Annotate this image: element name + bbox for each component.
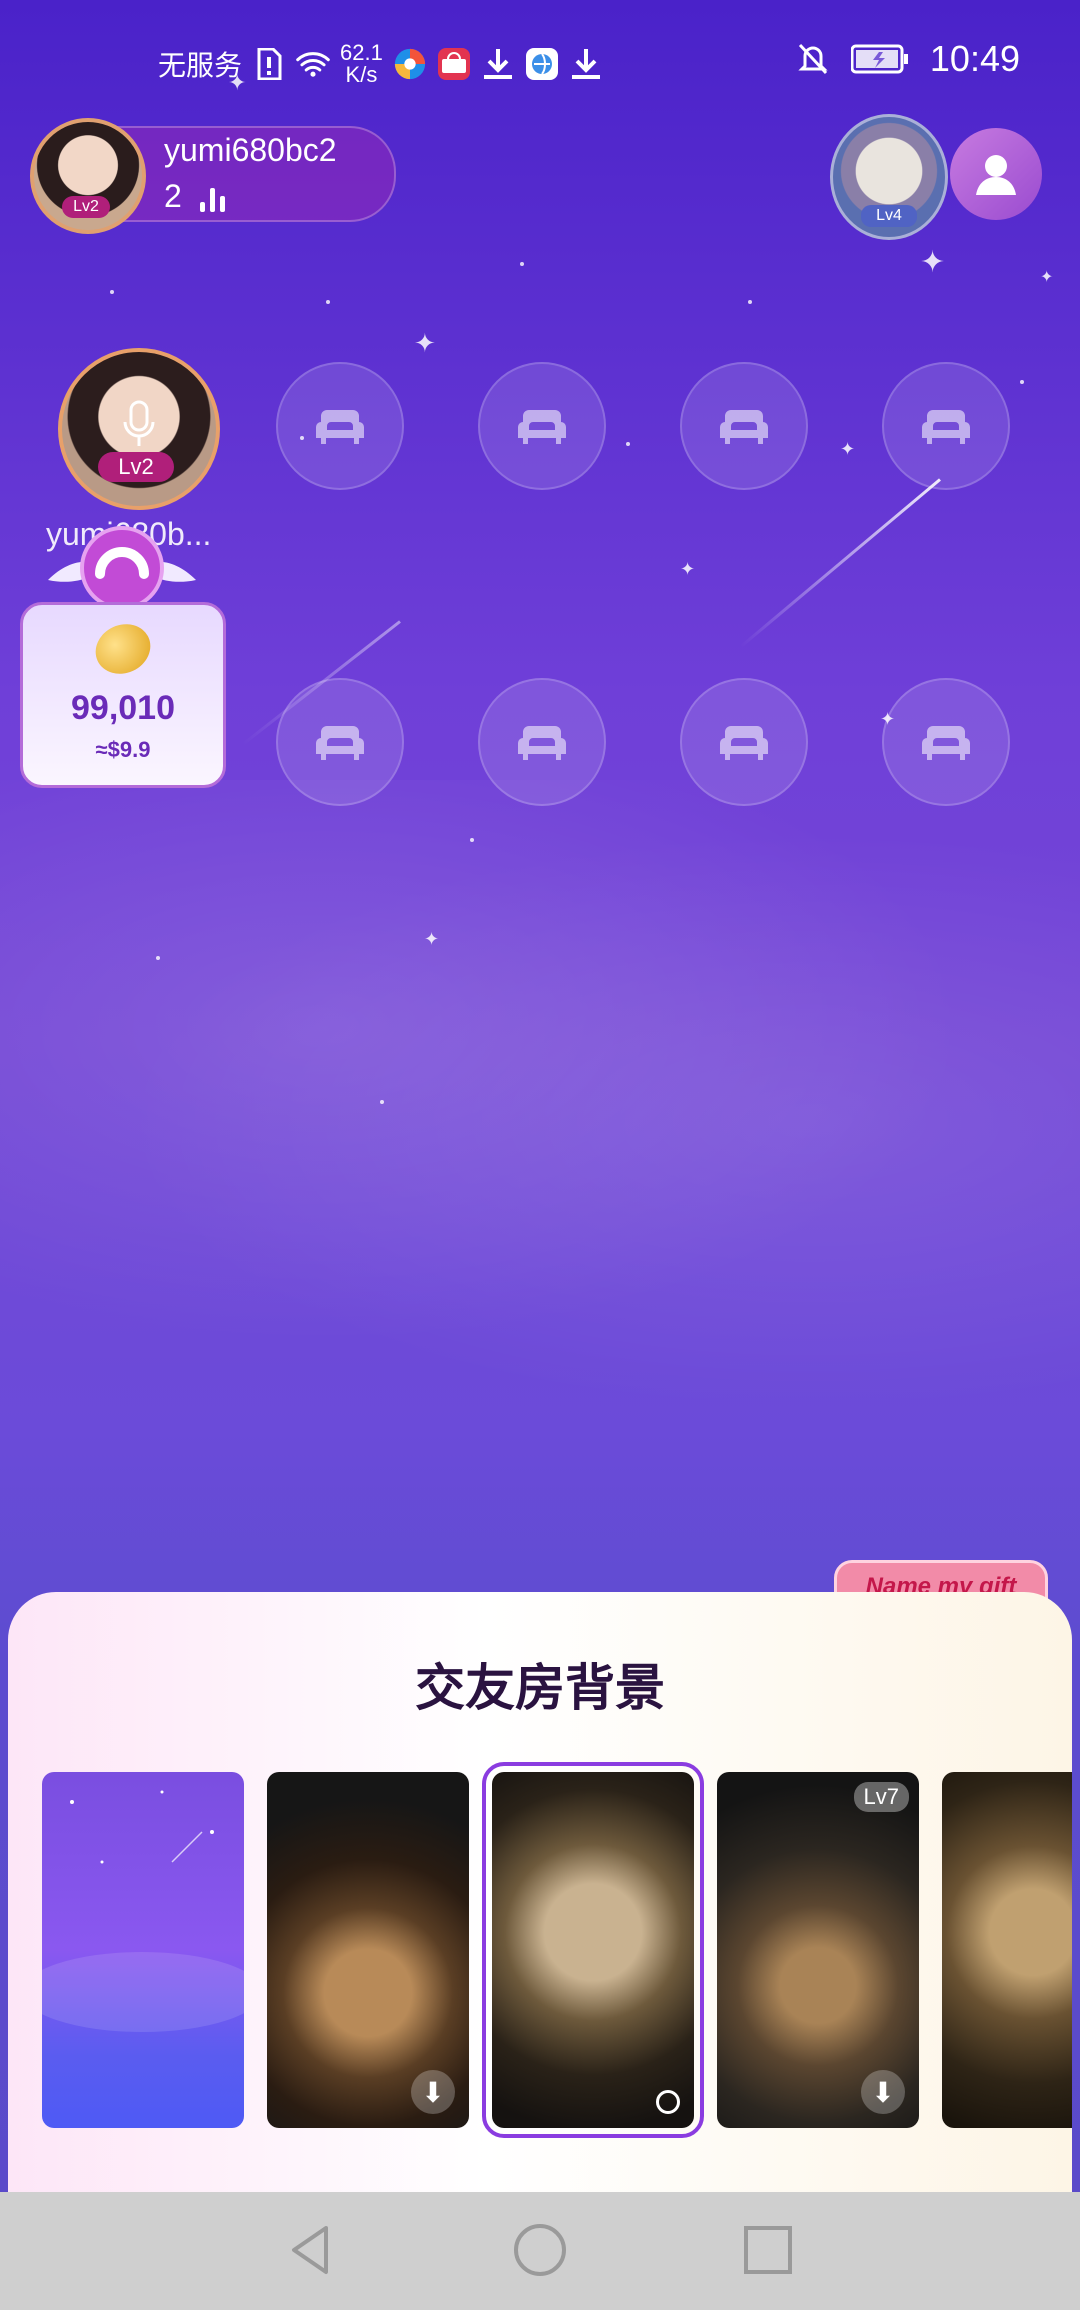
sofa-icon	[316, 726, 364, 760]
net-speed: 62.1 K/s	[340, 42, 383, 86]
star-decoration: ✦	[424, 929, 440, 949]
star-decoration: ✦	[680, 559, 696, 579]
gift-usd-value: ≈$9.9	[95, 737, 151, 762]
background-option-lion[interactable]: ⬇	[267, 1772, 469, 2128]
huawei-store-icon	[437, 47, 471, 81]
system-nav-bar	[0, 2192, 1080, 2310]
profile-button[interactable]	[950, 128, 1042, 220]
download-icon	[569, 47, 603, 81]
clock: 10:49	[929, 38, 1020, 79]
sofa-icon	[518, 410, 566, 444]
net-speed-value: 62.1	[340, 40, 383, 65]
empty-seat[interactable]	[680, 362, 808, 490]
starry-sky-preview	[42, 1790, 244, 2032]
sofa-icon	[922, 410, 970, 444]
star-dot	[110, 290, 114, 294]
room-level-label: Lv4	[861, 205, 917, 227]
sofa-icon	[518, 726, 566, 760]
carrier-text: 无服务	[158, 50, 243, 81]
download-icon[interactable]: ⬇	[411, 2070, 455, 2114]
empty-seat[interactable]	[478, 678, 606, 806]
sofa-icon	[720, 410, 768, 444]
microphone-icon	[123, 400, 155, 446]
background-option-eagle[interactable]	[942, 1772, 1072, 2128]
battery-icon	[850, 42, 910, 76]
star-dot	[326, 300, 330, 304]
level-requirement-tag: Lv7	[853, 1782, 909, 1812]
sofa-icon	[922, 726, 970, 760]
app-icon	[525, 47, 559, 81]
empty-seat[interactable]	[276, 678, 404, 806]
background-option-winged-lion[interactable]: Lv7 ⬇	[717, 1772, 919, 2128]
star-decoration: ✦	[840, 439, 856, 459]
download-icon	[481, 47, 515, 81]
star-dot	[626, 442, 630, 446]
background-clouds	[0, 780, 1080, 1400]
star-decoration: ✦	[414, 328, 436, 358]
wifi-icon	[296, 47, 330, 81]
back-icon[interactable]	[282, 2220, 342, 2280]
bean-coin-icon	[87, 615, 159, 683]
host-seat-avatar[interactable]	[58, 348, 220, 510]
star-dot	[520, 262, 524, 266]
empty-seat[interactable]	[680, 678, 808, 806]
sofa-icon	[316, 410, 364, 444]
owner-name: yumi680bc2	[164, 132, 337, 168]
star-dot	[380, 1100, 384, 1104]
room-level-badge[interactable]: Lv4	[830, 114, 948, 240]
host-level-badge: Lv2	[98, 452, 174, 482]
browser-icon	[393, 47, 427, 81]
selected-indicator-icon	[656, 2090, 680, 2114]
sheet-title: 交友房背景	[415, 1660, 665, 1716]
star-dot	[1020, 380, 1024, 384]
gift-value-card[interactable]: 99,010 ≈$9.9	[20, 602, 226, 788]
star-dot	[748, 300, 752, 304]
home-icon[interactable]	[510, 2220, 570, 2280]
sofa-icon	[720, 726, 768, 760]
gift-amount: 99,010	[71, 689, 175, 727]
empty-seat[interactable]	[882, 678, 1010, 806]
sim-alert-icon	[252, 47, 286, 81]
net-speed-unit: K/s	[345, 62, 378, 87]
owner-level-badge: Lv2	[62, 196, 110, 218]
empty-seat[interactable]	[882, 362, 1010, 490]
star-decoration: ✦	[920, 246, 946, 279]
meteor-decoration	[739, 478, 941, 648]
star-decoration: ✦	[1040, 269, 1054, 286]
star-dot	[156, 956, 160, 960]
download-icon[interactable]: ⬇	[861, 2070, 905, 2114]
star-dot	[470, 838, 474, 842]
background-option-purple-sky[interactable]	[42, 1772, 244, 2128]
audio-bars-icon	[200, 186, 225, 212]
empty-seat[interactable]	[276, 362, 404, 490]
user-icon	[976, 155, 1016, 195]
bell-off-icon	[796, 42, 830, 76]
background-option-tiger[interactable]	[482, 1762, 704, 2138]
online-count: 2	[164, 178, 182, 214]
status-bar: 无服务 62.1 K/s 10:49	[0, 0, 1080, 120]
recents-icon[interactable]	[738, 2220, 798, 2280]
empty-seat[interactable]	[478, 362, 606, 490]
